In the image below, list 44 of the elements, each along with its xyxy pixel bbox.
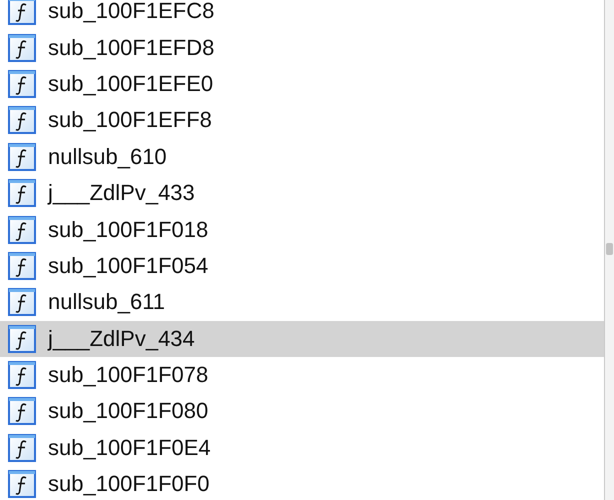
function-row[interactable]: sub_100F1EFC8 <box>0 0 604 30</box>
function-name: sub_100F1F078 <box>48 362 208 388</box>
function-icon <box>8 142 36 171</box>
function-icon <box>8 0 36 26</box>
function-row[interactable]: sub_100F1F018 <box>0 211 604 248</box>
function-name: nullsub_610 <box>48 144 167 170</box>
function-name: sub_100F1EFE0 <box>48 70 214 97</box>
function-icon <box>8 397 36 426</box>
function-icon <box>8 288 36 316</box>
function-name: sub_100F1F018 <box>48 216 208 243</box>
function-row[interactable]: sub_100F1F078 <box>0 356 604 394</box>
function-name: sub_100F1F0E4 <box>48 434 211 461</box>
function-icon <box>8 324 36 353</box>
function-icon <box>8 179 36 208</box>
function-row[interactable]: sub_100F1F0F0 <box>0 466 604 500</box>
scrollbar[interactable] <box>604 0 614 500</box>
function-icon <box>8 216 36 244</box>
function-name: nullsub_611 <box>48 289 166 316</box>
function-icon <box>8 434 36 462</box>
function-row[interactable]: sub_100F1EFD8 <box>0 29 604 66</box>
function-row[interactable]: sub_100F1EFF8 <box>0 102 604 139</box>
function-row[interactable]: j___ZdlPv_433 <box>0 174 604 212</box>
function-name: sub_100F1F080 <box>48 398 208 424</box>
function-name: sub_100F1F0F0 <box>48 471 210 498</box>
function-icon <box>8 252 36 280</box>
function-name: sub_100F1EFF8 <box>48 107 212 134</box>
function-icon <box>8 470 36 498</box>
scroll-thumb[interactable] <box>606 243 613 255</box>
function-icon <box>8 34 36 62</box>
function-row[interactable]: j___ZdlPv_434 <box>0 320 604 357</box>
function-name: sub_100F1F054 <box>48 252 208 279</box>
function-name: sub_100F1EFD8 <box>48 34 214 61</box>
function-row[interactable]: sub_100F1F080 <box>0 393 604 430</box>
function-name: j___ZdlPv_433 <box>48 180 195 206</box>
function-row[interactable]: sub_100F1F054 <box>0 248 604 284</box>
function-row[interactable]: nullsub_610 <box>0 138 604 175</box>
function-icon <box>8 361 36 390</box>
function-row[interactable]: sub_100F1EFE0 <box>0 66 604 102</box>
function-icon <box>8 70 36 98</box>
function-icon <box>8 106 36 134</box>
function-name: sub_100F1EFC8 <box>48 0 214 24</box>
function-row[interactable]: sub_100F1F0E4 <box>0 430 604 466</box>
function-row[interactable]: nullsub_611 <box>0 284 604 321</box>
function-name: j___ZdlPv_434 <box>48 326 195 352</box>
